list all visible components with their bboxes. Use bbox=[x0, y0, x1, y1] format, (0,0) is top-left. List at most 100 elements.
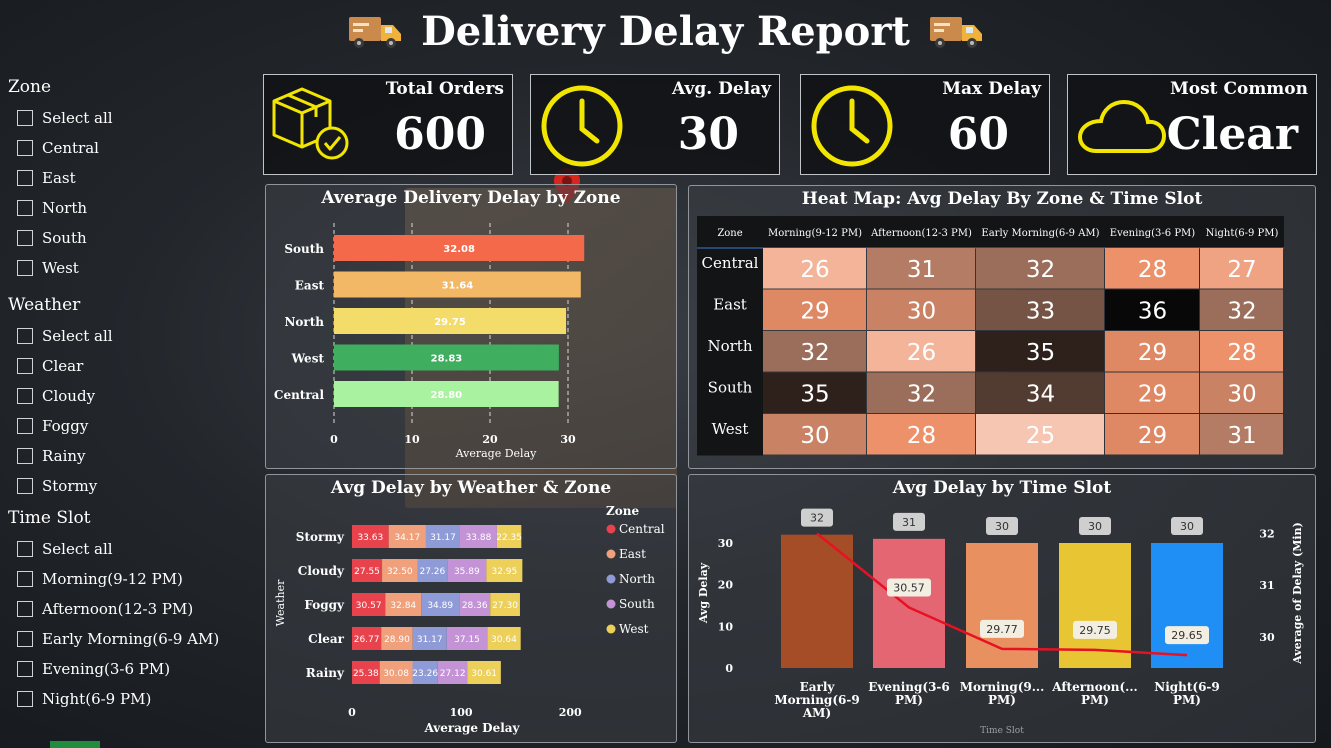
time-slot-option-night[interactable]: Night(6-9 PM) bbox=[8, 684, 219, 714]
checkbox[interactable] bbox=[17, 110, 33, 126]
option-label: Evening(3-6 PM) bbox=[42, 660, 171, 678]
checkbox[interactable] bbox=[17, 571, 33, 587]
time-slot-option-morning[interactable]: Morning(9-12 PM) bbox=[8, 564, 219, 594]
zone-option-east[interactable]: East bbox=[8, 163, 113, 193]
kpi-most-common-weather: Most Common Clear bbox=[1067, 74, 1317, 175]
heatmap-cell-value: 29 bbox=[800, 299, 829, 325]
checkbox[interactable] bbox=[17, 691, 33, 707]
kpi-label: Most Common bbox=[1169, 79, 1308, 99]
data-label: 27.55 bbox=[354, 567, 380, 577]
heatmap-column-label: Night(6-9 PM) bbox=[1206, 228, 1279, 239]
heatmap-cell-value: 35 bbox=[800, 382, 829, 408]
checkbox[interactable] bbox=[17, 140, 33, 156]
checkbox[interactable] bbox=[17, 601, 33, 617]
zone-option-north[interactable]: North bbox=[8, 193, 113, 223]
time-slot-option-select-all[interactable]: Select all bbox=[8, 534, 219, 564]
line-data-label: 29.65 bbox=[1171, 629, 1203, 642]
heatmap-panel: Heat Map: Avg Delay By Zone & Time Slot … bbox=[688, 185, 1316, 469]
option-label: Clear bbox=[42, 357, 84, 375]
checkbox[interactable] bbox=[17, 448, 33, 464]
bar-data-label: 30 bbox=[995, 520, 1009, 533]
page-title: Delivery Delay Report bbox=[421, 7, 910, 55]
x-axis-label: Average Delay bbox=[423, 721, 520, 735]
checkbox[interactable] bbox=[17, 358, 33, 374]
bar-data-label: 32 bbox=[810, 512, 824, 525]
checkbox[interactable] bbox=[17, 170, 33, 186]
zone-time-slot-heatmap: Zone Morning(9-12 PM) Afternoon(12-3 PM) Ea… bbox=[697, 216, 1284, 456]
y-tick-label: Cloudy bbox=[298, 564, 345, 578]
x-tick-label: 20 bbox=[482, 433, 498, 446]
heatmap-cell-value: 28 bbox=[1227, 340, 1256, 366]
data-label: 32.95 bbox=[491, 567, 517, 577]
heatmap-cell-value: 29 bbox=[1138, 423, 1167, 449]
time-slot-combo-chart: 0 10 20 30 30 31 32 Avg Delay Average of Delay (… bbox=[697, 508, 1304, 736]
checkbox[interactable] bbox=[17, 418, 33, 434]
zone-slicer: Zone Select all Central East North South… bbox=[8, 77, 113, 283]
heatmap-column-label: Early Morning(6-9 AM) bbox=[981, 228, 1099, 239]
y-tick-label: South bbox=[284, 242, 324, 256]
line-data-label: 30.57 bbox=[893, 581, 925, 594]
y2-tick-label: 31 bbox=[1259, 579, 1274, 592]
heatmap-cell-value: 32 bbox=[1227, 299, 1256, 325]
weather-option-foggy[interactable]: Foggy bbox=[8, 411, 113, 441]
y-axis-label: Weather bbox=[274, 579, 287, 626]
checkbox[interactable] bbox=[17, 200, 33, 216]
kpi-label: Avg. Delay bbox=[671, 79, 771, 99]
data-label: 33.63 bbox=[357, 533, 383, 543]
heatmap-cell-value: 36 bbox=[1138, 299, 1167, 325]
legend-label: North bbox=[619, 572, 655, 586]
weather-option-select-all[interactable]: Select all bbox=[8, 321, 113, 351]
weather-option-clear[interactable]: Clear bbox=[8, 351, 113, 381]
y-tick-label: West bbox=[291, 352, 325, 366]
x-tick-label: PM) bbox=[1173, 693, 1201, 707]
checkbox[interactable] bbox=[17, 328, 33, 344]
heatmap-cell-value: 31 bbox=[907, 257, 936, 283]
heatmap-corner-label: Zone bbox=[717, 228, 742, 239]
sheet-tab[interactable] bbox=[50, 741, 100, 748]
zone-option-central[interactable]: Central bbox=[8, 133, 113, 163]
heatmap-row-label: South bbox=[708, 379, 753, 397]
x-tick-label: PM) bbox=[988, 693, 1016, 707]
heatmap-cell-value: 28 bbox=[1138, 257, 1167, 283]
heatmap-column-label: Evening(3-6 PM) bbox=[1110, 228, 1195, 239]
weather-option-rainy[interactable]: Rainy bbox=[8, 441, 113, 471]
checkbox[interactable] bbox=[17, 388, 33, 404]
y-tick-label: Clear bbox=[308, 632, 345, 646]
y-tick-label: 0 bbox=[725, 662, 733, 675]
legend-label: East bbox=[619, 547, 646, 561]
checkbox[interactable] bbox=[17, 260, 33, 276]
time-slot-option-early-morning[interactable]: Early Morning(6-9 AM) bbox=[8, 624, 219, 654]
option-label: South bbox=[42, 229, 87, 247]
line-data-label: 29.75 bbox=[1079, 624, 1111, 637]
option-label: Select all bbox=[42, 109, 113, 127]
package-check-icon bbox=[272, 87, 349, 160]
data-label: 31.17 bbox=[430, 533, 456, 543]
option-label: Morning(9-12 PM) bbox=[42, 570, 183, 588]
kpi-label: Total Orders bbox=[385, 79, 504, 99]
zone-option-south[interactable]: South bbox=[8, 223, 113, 253]
weather-option-stormy[interactable]: Stormy bbox=[8, 471, 113, 501]
y-tick-label: East bbox=[295, 279, 325, 293]
data-label: 27.12 bbox=[440, 669, 466, 679]
option-label: Early Morning(6-9 AM) bbox=[42, 630, 220, 648]
zone-option-select-all[interactable]: Select all bbox=[8, 103, 113, 133]
heatmap-cell-value: 35 bbox=[1026, 340, 1055, 366]
checkbox[interactable] bbox=[17, 541, 33, 557]
x-tick-label: Morning(9... bbox=[960, 680, 1045, 694]
time-slot-option-afternoon[interactable]: Afternoon(12-3 PM) bbox=[8, 594, 219, 624]
y-tick-label: Central bbox=[274, 388, 325, 402]
checkbox[interactable] bbox=[17, 631, 33, 647]
data-label: 32.08 bbox=[443, 244, 475, 255]
kpi-avg-delay: Avg. Delay 30 bbox=[530, 74, 780, 175]
time-slot-option-evening[interactable]: Evening(3-6 PM) bbox=[8, 654, 219, 684]
heatmap-cell-value: 32 bbox=[1026, 257, 1055, 283]
checkbox[interactable] bbox=[17, 661, 33, 677]
zone-option-west[interactable]: West bbox=[8, 253, 113, 283]
y-tick-label: 10 bbox=[718, 620, 734, 633]
data-label: 23.26 bbox=[412, 669, 438, 679]
weather-option-cloudy[interactable]: Cloudy bbox=[8, 381, 113, 411]
checkbox[interactable] bbox=[17, 230, 33, 246]
report-header: Delivery Delay Report bbox=[0, 4, 1331, 58]
heatmap-cell-value: 26 bbox=[800, 257, 829, 283]
checkbox[interactable] bbox=[17, 478, 33, 494]
